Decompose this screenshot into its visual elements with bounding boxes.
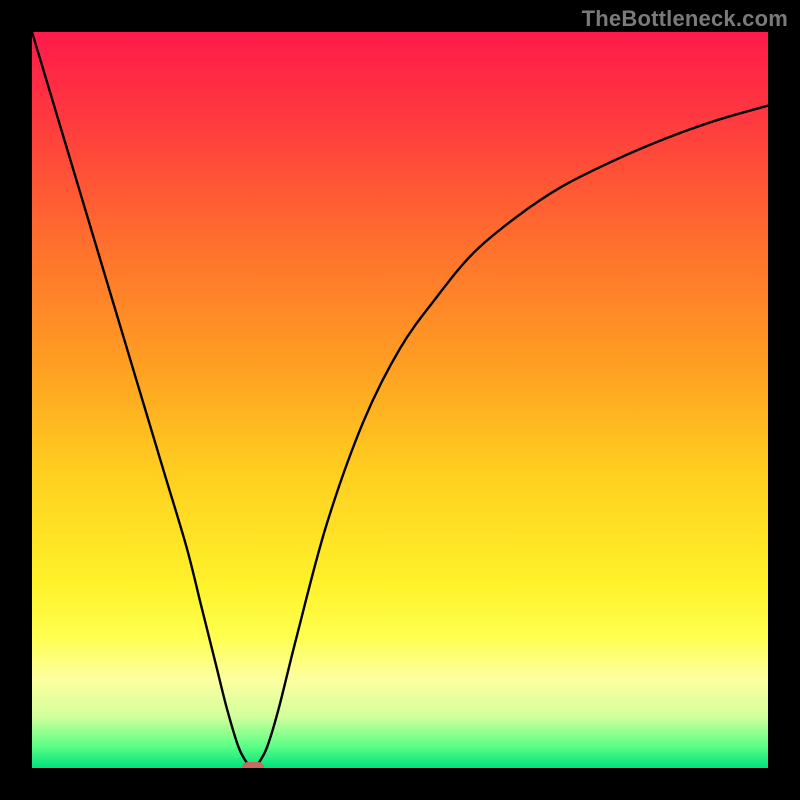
watermark-text: TheBottleneck.com [582, 6, 788, 32]
bottleneck-curve [32, 32, 768, 767]
curve-layer [32, 32, 768, 768]
optimal-marker [242, 762, 264, 768]
chart-frame: TheBottleneck.com [0, 0, 800, 800]
plot-area [32, 32, 768, 768]
